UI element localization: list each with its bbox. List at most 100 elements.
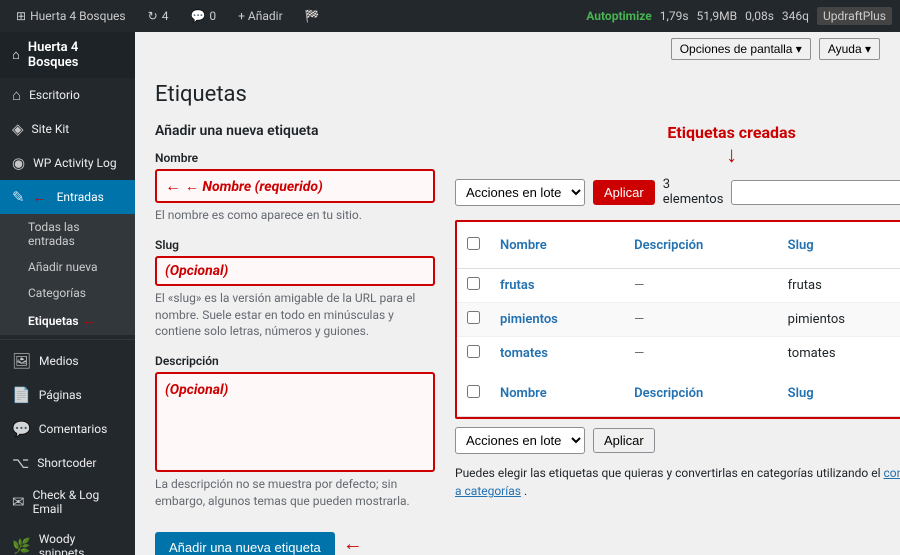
sidebar-item-check-log[interactable]: ✉ Check & Log Email <box>0 480 135 524</box>
updates-badge[interactable]: ↻ 4 <box>140 9 177 23</box>
col-check-header <box>457 222 490 269</box>
sidebar-label-checklog: Check & Log Email <box>33 488 123 516</box>
tag-name-link[interactable]: frutas <box>500 278 535 293</box>
entradas-submenu: Todas las entradas Añadir nueva Categorí… <box>0 214 135 335</box>
desc-section: Descripción (Opcional) La descripción no… <box>155 354 435 510</box>
wp-icon: ⊞ <box>16 9 26 23</box>
slug-section: Slug (Opcional) El «slug» es la versión … <box>155 238 435 340</box>
updraftplus-button[interactable]: UpdraftPlus <box>817 7 892 25</box>
sitekit-icon: ◈ <box>12 120 24 138</box>
sidebar-item-paginas[interactable]: 📄 Páginas <box>0 378 135 412</box>
comments-badge[interactable]: 💬 0 <box>182 9 224 23</box>
sidebar-label-shortcoder: Shortcoder <box>37 456 96 470</box>
sidebar-item-woody[interactable]: 🌿 Woody snippets <box>0 524 135 555</box>
sidebar-item-wpactivity[interactable]: ◉ WP Activity Log <box>0 146 135 180</box>
autoptimize-status: Autoptimize <box>586 9 651 23</box>
nombre-annotation: ← ← Nombre (requerido) <box>155 169 435 203</box>
perf4: 346q <box>782 9 809 23</box>
sidebar-label-comentarios: Comentarios <box>39 422 108 436</box>
desc-label: Descripción <box>155 354 435 368</box>
sidebar-label-woody: Woody snippets <box>39 532 123 555</box>
sidebar-label-wpactivity: WP Activity Log <box>33 156 117 170</box>
tags-table-wrapper: Nombre Descripción Slug Ca <box>455 220 900 419</box>
tag-name-link[interactable]: tomates <box>500 346 548 361</box>
slug-help: El «slug» es la versión amigable de la U… <box>155 290 435 340</box>
screen-options-button[interactable]: Opciones de pantalla ▾ <box>671 38 811 60</box>
row-checkbox[interactable] <box>467 345 480 358</box>
col-slug-footer[interactable]: Slug <box>778 370 900 417</box>
row-nombre: tomates <box>490 337 624 371</box>
comments-icon: 💬 <box>190 9 205 23</box>
row-descripcion: — <box>624 303 777 337</box>
nombre-help: El nombre es como aparece en tu sitio. <box>155 207 435 224</box>
table-header-row: Nombre Descripción Slug Ca <box>457 222 900 269</box>
etiquetas-creadas-annotation: Etiquetas creadas ↓ <box>455 123 900 168</box>
updates-icon: ↻ <box>148 9 158 23</box>
submit-arrow: ← <box>343 531 363 555</box>
form-title: Añadir una nueva etiqueta <box>155 123 435 139</box>
bulk-actions-select[interactable]: Acciones en lote <box>455 179 585 206</box>
submit-tag-button[interactable]: Añadir una nueva etiqueta <box>155 532 335 555</box>
row-slug: tomates <box>778 337 900 371</box>
add-new-button[interactable]: + Añadir <box>230 9 291 23</box>
sidebar-label-medios: Medios <box>39 354 79 368</box>
sidebar-item-escritorio[interactable]: ⌂ Escritorio <box>0 78 135 112</box>
nombre-section: Nombre ← ← Nombre (requerido) El nombre … <box>155 151 435 224</box>
bulk-actions-select-bottom[interactable]: Acciones en lote <box>455 427 585 454</box>
sidebar-item-comentarios[interactable]: 💬 Comentarios <box>0 412 135 446</box>
table-footer-row: Nombre Descripción Slug Ca <box>457 370 900 417</box>
col-slug-header[interactable]: Slug <box>778 222 900 269</box>
sidebar-item-shortcoder[interactable]: ⌥ Shortcoder <box>0 446 135 480</box>
row-checkbox[interactable] <box>467 311 480 324</box>
etiquetas-arrow: ← <box>83 312 97 329</box>
apply-button-bottom[interactable]: Aplicar <box>593 428 655 453</box>
row-checkbox[interactable] <box>467 277 480 290</box>
row-nombre: pimientos <box>490 303 624 337</box>
woody-icon: 🌿 <box>12 537 31 555</box>
col-nombre-footer[interactable]: Nombre <box>490 370 624 417</box>
item-count-top: 3 elementos <box>663 177 724 207</box>
customize-icon[interactable]: 🏁 <box>297 9 328 23</box>
footer-note: Puedes elegir las etiquetas que quieras … <box>455 464 900 500</box>
row-descripcion: — <box>624 269 777 303</box>
site-logo[interactable]: ⌂ Huerta 4 Bosques <box>0 32 135 78</box>
col-descripcion-header[interactable]: Descripción <box>624 222 777 269</box>
col-check-footer <box>457 370 490 417</box>
perf1: 1,79s <box>660 9 689 23</box>
table-row: frutas — frutas 3 <box>457 269 900 303</box>
table-toolbar-bottom: Acciones en lote Aplicar 3 elementos <box>455 427 900 454</box>
row-descripcion: — <box>624 337 777 371</box>
desc-help: La descripción no se muestra por defecto… <box>155 476 435 510</box>
row-check <box>457 269 490 303</box>
row-slug: pimientos <box>778 303 900 337</box>
nombre-label: Nombre <box>155 151 435 165</box>
site-name[interactable]: ⊞ Huerta 4 Bosques <box>8 9 134 23</box>
entradas-arrow: ← <box>33 189 47 206</box>
sidebar-sub-etiquetas[interactable]: Etiquetas ← <box>0 306 135 335</box>
sidebar-item-sitekit[interactable]: ◈ Site Kit <box>0 112 135 146</box>
table-row: tomates — tomates 1 <box>457 337 900 371</box>
add-tag-form: Añadir una nueva etiqueta Nombre ← ← Nom… <box>155 123 435 555</box>
sidebar-sub-todas[interactable]: Todas las entradas <box>0 214 135 254</box>
perf2: 51,9MB <box>697 9 738 23</box>
help-button[interactable]: Ayuda ▾ <box>819 38 880 60</box>
sidebar: ⌂ Huerta 4 Bosques ⌂ Escritorio ◈ Site K… <box>0 32 135 555</box>
desc-annotation: (Opcional) <box>155 372 435 472</box>
sidebar-sub-anadir[interactable]: Añadir nueva <box>0 254 135 280</box>
col-nombre-header[interactable]: Nombre <box>490 222 624 269</box>
sidebar-sub-categorias[interactable]: Categorías <box>0 280 135 306</box>
apply-button-top[interactable]: Aplicar <box>593 180 655 205</box>
select-all-checkbox[interactable] <box>467 237 480 250</box>
sidebar-item-medios[interactable]: 🖼 Medios <box>0 344 135 378</box>
down-arrow: ↓ <box>455 142 900 168</box>
sidebar-item-entradas[interactable]: ✎ ← Entradas <box>0 180 135 214</box>
checklog-icon: ✉ <box>12 493 25 511</box>
sidebar-label-sitekit: Site Kit <box>32 122 70 136</box>
entradas-icon: ✎ <box>12 188 25 206</box>
col-descripcion-footer[interactable]: Descripción <box>624 370 777 417</box>
tag-name-link[interactable]: pimientos <box>500 312 558 327</box>
nombre-arrow: ← <box>165 176 185 195</box>
search-input[interactable] <box>731 180 900 205</box>
select-all-footer-checkbox[interactable] <box>467 385 480 398</box>
shortcoder-icon: ⌥ <box>12 454 29 472</box>
